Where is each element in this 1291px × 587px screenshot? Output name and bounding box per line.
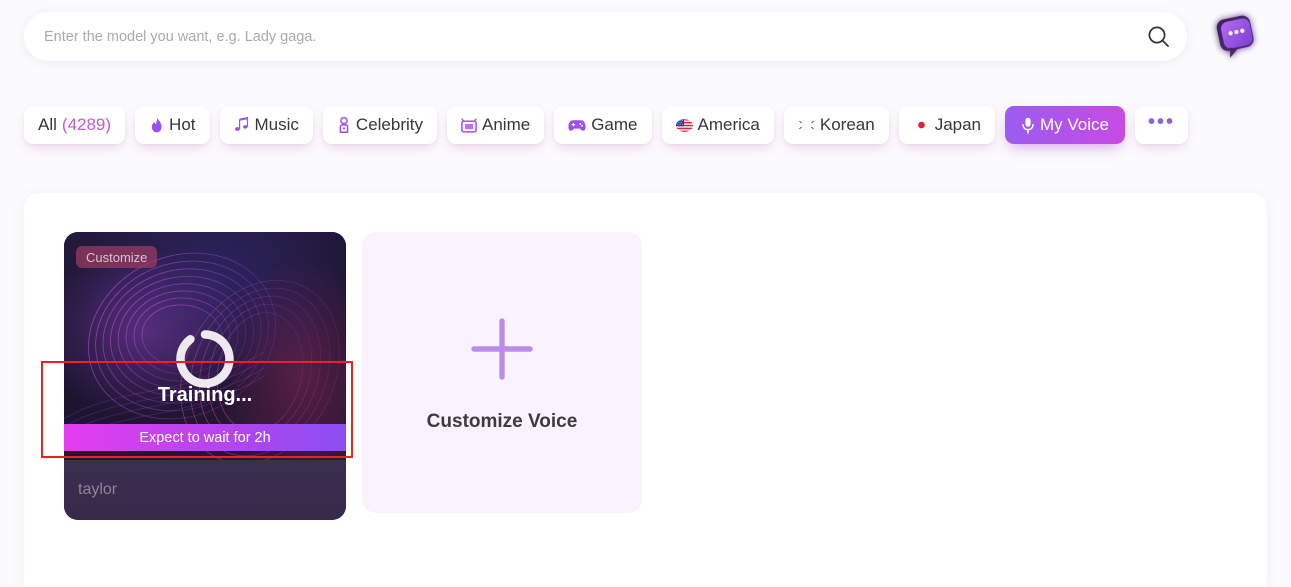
voice-card-name: taylor	[78, 481, 118, 498]
filter-chip-my-voice-label: My Voice	[1040, 115, 1109, 134]
filter-chip-all[interactable]: All (4289)	[24, 106, 126, 144]
filter-chip-row: All (4289) Hot Music Celebrity Anime Gam…	[24, 104, 1189, 146]
fire-icon	[149, 117, 164, 133]
filter-chip-japan-label: Japan	[934, 115, 982, 134]
filter-chip-my-voice[interactable]: My Voice	[1005, 106, 1125, 144]
celebrity-icon	[337, 117, 351, 133]
customize-voice-tile[interactable]: Customize Voice	[362, 232, 642, 513]
gamepad-icon	[568, 119, 586, 132]
filter-chip-celebrity[interactable]: Celebrity	[322, 106, 438, 144]
filter-chip-celebrity-label: Celebrity	[355, 115, 424, 134]
filter-chip-all-count: (4289)	[61, 115, 112, 134]
search-input[interactable]	[44, 28, 1137, 45]
filter-chip-america-label: America	[697, 115, 760, 134]
microphone-icon	[1021, 117, 1035, 134]
filter-chip-japan[interactable]: Japan	[898, 106, 996, 144]
filter-chip-korean-label: Korean	[819, 115, 875, 134]
music-note-icon	[234, 117, 250, 133]
tv-icon	[461, 117, 477, 133]
chat-bubble-app-logo[interactable]	[1206, 8, 1268, 66]
filter-chip-hot[interactable]: Hot	[135, 106, 210, 144]
top-search-row	[0, 0, 1291, 74]
flag-kr-icon	[797, 119, 815, 131]
status-badge-customize: Customize	[76, 246, 158, 268]
filter-chip-game[interactable]: Game	[554, 106, 652, 144]
search-icon[interactable]	[1137, 15, 1181, 59]
filter-chip-game-label: Game	[591, 115, 638, 134]
filter-chip-all-label: All	[38, 115, 57, 134]
voice-card-grid: Customize Training... Expect to wait for…	[64, 232, 642, 520]
filter-chip-music-label: Music	[254, 115, 299, 134]
training-status-text: Training...	[157, 384, 253, 406]
flag-us-icon	[675, 118, 693, 132]
training-wait-text: Expect to wait for 2h	[139, 429, 271, 446]
voice-library-panel: Customize Training... Expect to wait for…	[24, 193, 1267, 587]
training-progress-bar: Expect to wait for 2h	[64, 424, 346, 451]
filter-chip-anime-label: Anime	[482, 115, 531, 134]
flag-jp-icon	[912, 119, 930, 131]
loading-spinner-icon	[174, 328, 236, 390]
more-horizontal-icon[interactable]: •••	[1135, 106, 1189, 144]
filter-chip-korean[interactable]: Korean	[783, 106, 889, 144]
voice-card-training[interactable]: Customize Training... Expect to wait for…	[64, 232, 346, 520]
customize-voice-label: Customize Voice	[426, 410, 578, 432]
search-bar[interactable]	[24, 12, 1187, 61]
filter-chip-music[interactable]: Music	[219, 106, 313, 144]
filter-chip-america[interactable]: America	[661, 106, 774, 144]
voice-card-footer: taylor	[64, 460, 346, 520]
filter-chip-anime[interactable]: Anime	[447, 106, 545, 144]
plus-icon	[466, 313, 538, 385]
filter-chip-hot-label: Hot	[169, 115, 196, 134]
